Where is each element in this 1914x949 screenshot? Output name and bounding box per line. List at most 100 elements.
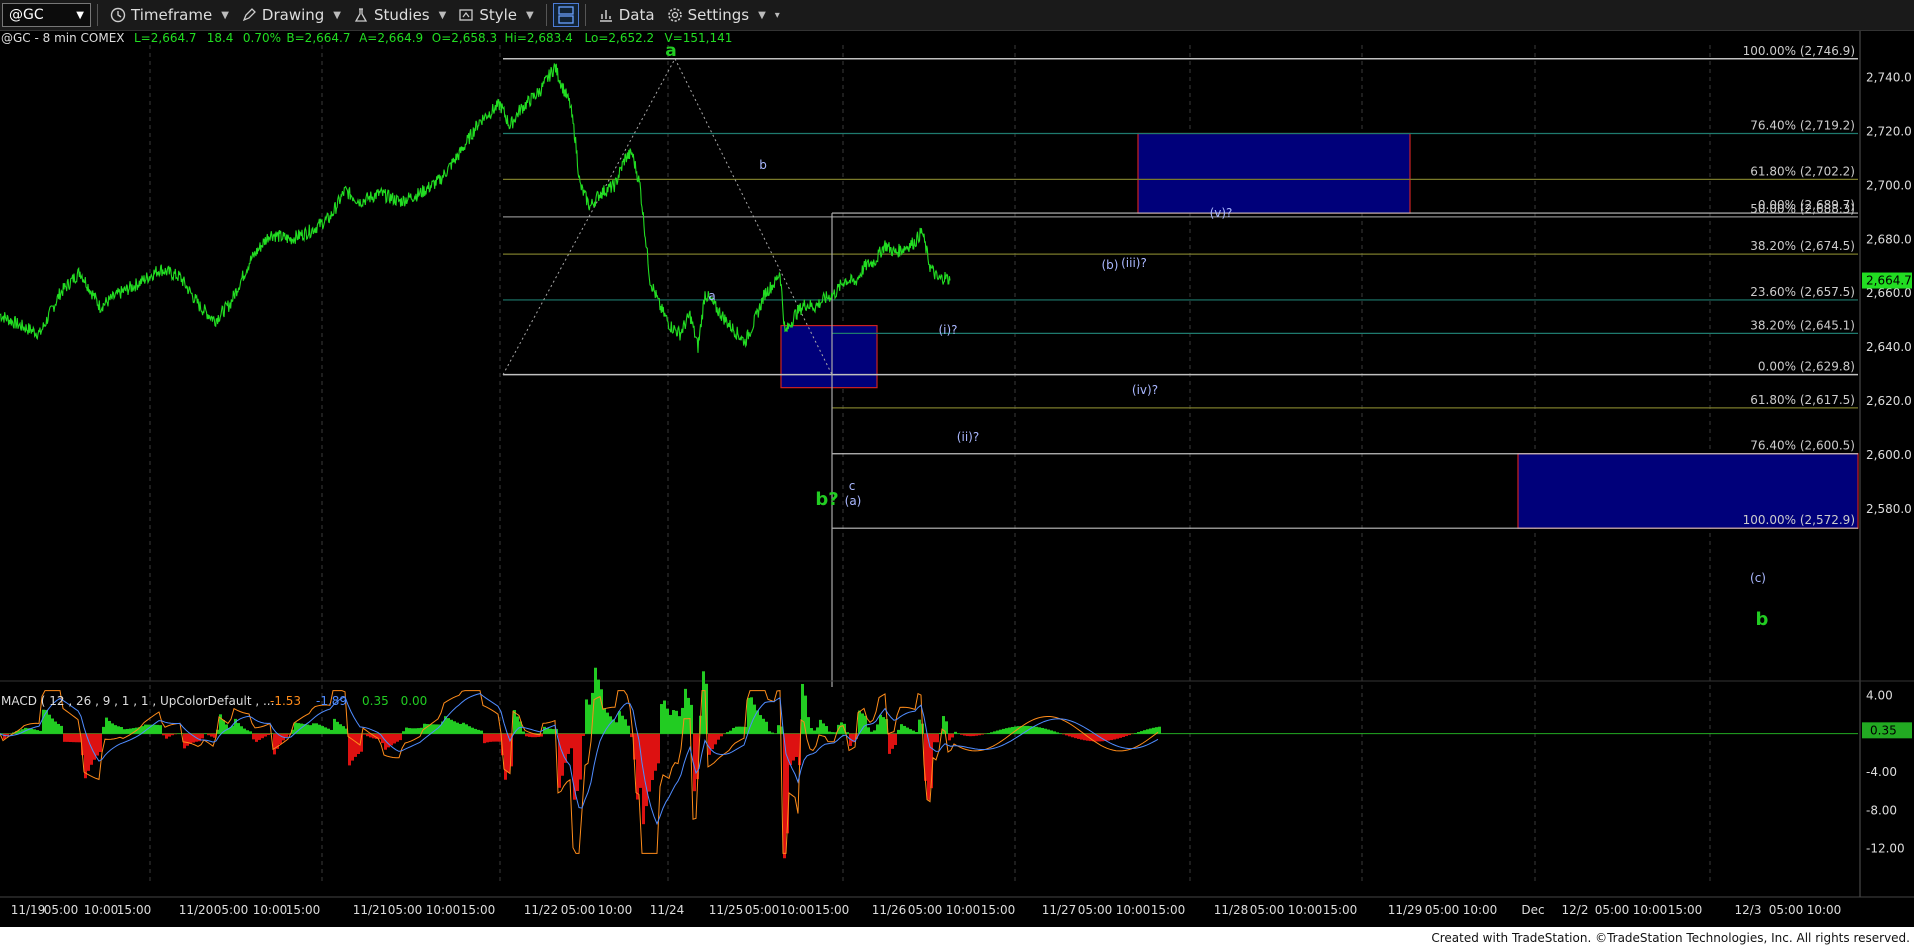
macd-histogram-bar [201, 733, 204, 739]
macd-histogram-bar [762, 718, 765, 734]
price-tick-label: 2,620.0 [1866, 394, 1912, 408]
macd-histogram-bar [684, 688, 687, 734]
chevron-down-icon: ▼ [526, 9, 534, 21]
symbol-input[interactable]: @GC ▼ [2, 3, 91, 27]
macd-histogram-bar [666, 708, 669, 734]
macd-histogram-bar [249, 731, 252, 734]
macd-histogram-bar [237, 723, 240, 734]
macd-histogram-bar [1122, 733, 1125, 738]
macd-histogram-bar [960, 733, 963, 735]
macd-histogram-bar [1116, 733, 1119, 739]
macd-histogram-bar [1062, 733, 1065, 735]
macd-histogram-bar [771, 732, 774, 734]
macd-tick-label: -4.00 [1866, 765, 1897, 779]
macd-histogram-bar [978, 733, 981, 736]
chart-canvas[interactable]: 100.00% (2,746.9) 76.40% (2,719.2) 61.80% … [0, 31, 1914, 927]
fib-label: 76.40% (2,719.2) [1750, 118, 1855, 132]
macd-histogram-bar [207, 733, 210, 736]
wave-label: a [708, 289, 715, 303]
clock-icon [110, 7, 126, 23]
macd-histogram-bar [321, 726, 324, 734]
macd-histogram-bar [597, 679, 600, 734]
macd-histogram-bar [1134, 733, 1137, 734]
wave-label: (i)? [938, 323, 957, 337]
macd-histogram-bar [75, 733, 78, 743]
wave-label: b [1756, 609, 1769, 630]
price-stat: A=2,664.9 [359, 31, 423, 45]
data-label: Data [618, 6, 655, 24]
macd-histogram-bar [810, 728, 813, 734]
time-tick-label: 11/24 [650, 903, 685, 917]
price-tick-label: 2,600.0 [1866, 448, 1912, 462]
time-tick-label: 10:00 [84, 903, 119, 917]
macd-histogram-bar [171, 733, 174, 736]
macd-histogram-bar [480, 730, 483, 734]
macd-histogram-bar [789, 733, 792, 766]
macd-histogram-bar [72, 733, 75, 743]
macd-histogram-bar [765, 721, 768, 734]
drawing-button[interactable]: Drawing ▼ [235, 2, 347, 28]
macd-histogram-bar [1113, 733, 1116, 740]
macd-histogram-bar [318, 724, 321, 734]
wave-label: c [849, 479, 856, 493]
macd-histogram-bar [471, 727, 474, 734]
macd-histogram-bar [408, 728, 411, 734]
macd-histogram-bar [621, 715, 624, 734]
data-button[interactable]: Data [592, 2, 661, 28]
style-label: Style [479, 6, 518, 24]
macd-histogram-bar [972, 733, 975, 737]
overflow-icon[interactable]: ▾ [775, 10, 780, 21]
macd-histogram-bar [522, 731, 525, 734]
time-tick-label: 05:00 [561, 903, 596, 917]
macd-histogram-bar [858, 710, 861, 734]
style-button[interactable]: Style ▼ [452, 2, 539, 28]
macd-histogram-bar [399, 733, 402, 741]
wave-label: (v)? [1210, 206, 1233, 220]
time-tick-label: 10:00 [1116, 903, 1151, 917]
time-tick-label: 15:00 [286, 903, 321, 917]
macd-histogram-bar [252, 733, 255, 740]
macd-histogram-bar [258, 733, 261, 740]
macd-value: 0.00 [401, 694, 428, 708]
macd-histogram-bar [996, 730, 999, 734]
settings-button[interactable]: Settings ▼ ▾ [661, 2, 786, 28]
time-tick-label: 05:00 [44, 903, 79, 917]
chevron-down-icon[interactable]: ▼ [76, 10, 84, 21]
macd-histogram-bar [99, 733, 102, 753]
time-tick-label: 15:00 [461, 903, 496, 917]
time-tick-label: 12/2 [1562, 903, 1589, 917]
fib-label: 38.20% (2,645.1) [1750, 318, 1855, 332]
macd-histogram-bar [456, 722, 459, 734]
macd-histogram-bar [933, 733, 936, 743]
macd-histogram-bar [60, 725, 63, 734]
macd-histogram-bar [576, 733, 579, 792]
symbol-value: @GC [9, 7, 44, 23]
timeframe-button[interactable]: Timeframe ▼ [104, 2, 235, 28]
macd-histogram-bar [831, 732, 834, 734]
macd-histogram-bar [717, 733, 720, 740]
macd-histogram-bar [525, 733, 528, 737]
price-stat: Hi=2,683.4 [505, 31, 573, 45]
macd-current-label: 0.35 [1870, 723, 1897, 737]
macd-histogram-bar [567, 733, 570, 754]
macd-histogram-bar [1158, 726, 1161, 734]
macd-histogram-bar [531, 733, 534, 738]
macd-histogram-bar [990, 732, 993, 734]
macd-histogram-bar [1056, 732, 1059, 734]
macd-histogram-bar [42, 709, 45, 734]
price-series [0, 62, 951, 353]
macd-histogram-bar [114, 725, 117, 734]
macd-histogram-bar [1044, 728, 1047, 734]
macd-histogram-bar [1110, 733, 1113, 741]
macd-histogram-bar [606, 712, 609, 734]
macd-histogram-bar [450, 719, 453, 734]
macd-histogram-bar [900, 724, 903, 734]
macd-histogram-bar [813, 730, 816, 734]
macd-histogram-bar [156, 724, 159, 734]
macd-histogram-bar [1077, 733, 1080, 739]
chart-layout-button[interactable] [552, 3, 579, 27]
macd-histogram-bar [495, 733, 498, 742]
style-icon [459, 9, 473, 21]
macd-histogram-bar [39, 730, 42, 734]
studies-button[interactable]: Studies ▼ [347, 2, 452, 28]
